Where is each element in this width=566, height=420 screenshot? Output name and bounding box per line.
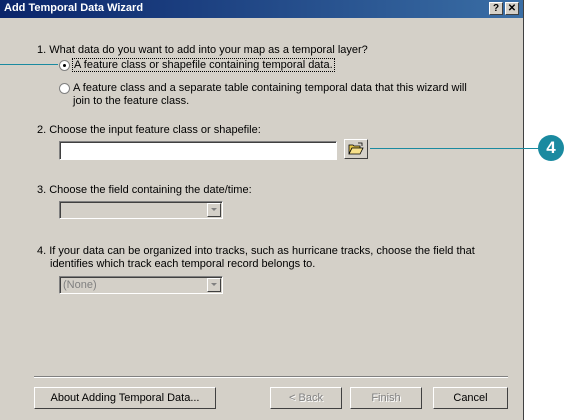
- callout-line-4: [370, 148, 540, 149]
- finish-button-label: Finish: [371, 392, 401, 404]
- track-field-combo[interactable]: (None): [59, 276, 223, 294]
- track-field-value: (None): [63, 279, 97, 291]
- date-time-field-combo[interactable]: [59, 201, 223, 219]
- help-button[interactable]: ?: [489, 2, 503, 15]
- cancel-button-label: Cancel: [453, 392, 488, 404]
- radio-feature-class-label[interactable]: A feature class or shapefile containing …: [72, 58, 335, 72]
- question-4-label: 4. If your data can be organized into tr…: [37, 245, 475, 257]
- question-4-label-cont: identifies which track each temporal rec…: [50, 258, 316, 270]
- question-2-label: 2. Choose the input feature class or sha…: [37, 124, 261, 136]
- about-temporal-data-button[interactable]: About Adding Temporal Data...: [34, 387, 216, 409]
- back-button-label: < Back: [289, 392, 323, 404]
- browse-button[interactable]: [344, 139, 368, 159]
- chevron-down-icon[interactable]: [207, 278, 221, 292]
- cancel-button[interactable]: Cancel: [433, 387, 508, 409]
- window-title: Add Temporal Data Wizard: [4, 2, 144, 14]
- callout-line-left: [0, 64, 58, 65]
- input-feature-class-field[interactable]: [59, 141, 337, 160]
- chevron-down-icon[interactable]: [207, 203, 221, 217]
- question-3-label: 3. Choose the field containing the date/…: [37, 184, 252, 196]
- radio-feature-class-and-table-label[interactable]: A feature class and a separate table con…: [73, 82, 467, 94]
- about-button-label: About Adding Temporal Data...: [50, 392, 200, 404]
- title-bar: Add Temporal Data Wizard ? ✕: [0, 0, 523, 18]
- back-button[interactable]: < Back: [270, 387, 342, 409]
- close-button[interactable]: ✕: [505, 2, 519, 15]
- radio-feature-class-and-table-label-cont[interactable]: join to the feature class.: [73, 95, 189, 107]
- finish-button[interactable]: Finish: [350, 387, 422, 409]
- question-1-label: 1. What data do you want to add into you…: [37, 44, 368, 56]
- radio-feature-class[interactable]: [59, 60, 70, 71]
- radio-feature-class-and-table[interactable]: [59, 83, 70, 94]
- callout-badge-4: 4: [538, 135, 564, 161]
- wizard-dialog: Add Temporal Data Wizard ? ✕ 1. What dat…: [0, 0, 524, 420]
- open-folder-icon: [348, 142, 364, 155]
- button-separator: [34, 376, 508, 378]
